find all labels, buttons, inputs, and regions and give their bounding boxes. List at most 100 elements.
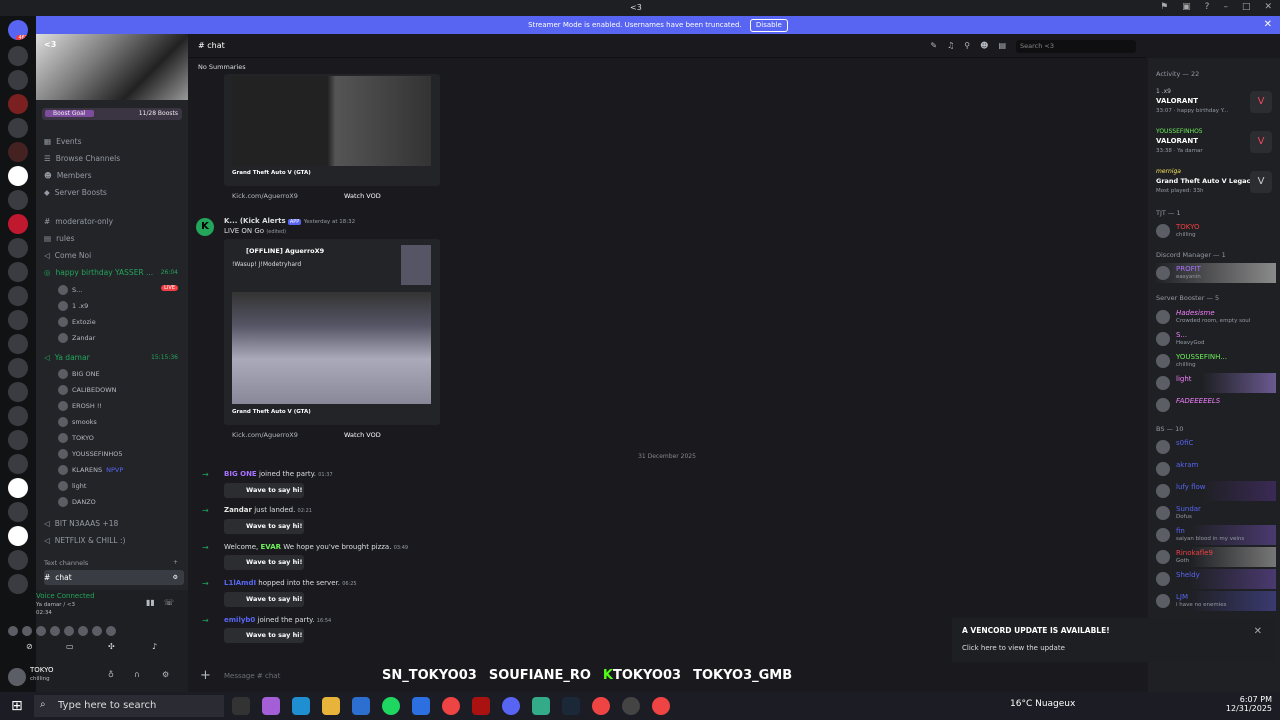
chrome-icon[interactable] (652, 697, 670, 715)
mail-icon[interactable] (412, 697, 430, 715)
user-settings-icon[interactable]: ⚙ (162, 670, 169, 679)
voice-member[interactable]: DANZO (58, 494, 184, 509)
chrome-icon[interactable] (592, 697, 610, 715)
member-item[interactable]: S... HeavyGod (1154, 329, 1276, 349)
server-icon[interactable] (8, 502, 28, 522)
app-icon[interactable] (472, 697, 490, 715)
server-icon[interactable] (8, 118, 28, 138)
app-icon[interactable] (622, 697, 640, 715)
close-icon[interactable]: ✕ (1264, 16, 1272, 34)
activity-icon[interactable]: ✣ (108, 642, 115, 651)
wave-button[interactable]: Wave to say hi! (224, 483, 304, 498)
voice-member[interactable]: 1 .x9 (58, 298, 184, 313)
voice-member[interactable]: light (58, 478, 184, 493)
threads-icon[interactable]: ✎ (930, 41, 937, 50)
member-item[interactable]: lufy flow (1154, 481, 1276, 501)
server-icon[interactable] (8, 214, 28, 234)
embed-title[interactable]: [OFFLINE] AguerroX9 (246, 247, 324, 255)
spotify-icon[interactable] (382, 697, 400, 715)
update-toast[interactable]: A VENCORD UPDATE IS AVAILABLE! Click her… (952, 618, 1276, 662)
voice-member[interactable]: Zandar (58, 330, 184, 345)
nav-members[interactable]: ☻ Members (44, 168, 184, 183)
minimize-icon[interactable]: – (1223, 2, 1228, 12)
add-attachment-icon[interactable]: + (200, 668, 211, 683)
soundboard-icon[interactable]: ♪ (152, 642, 157, 651)
app-icon[interactable] (532, 697, 550, 715)
wave-button[interactable]: Wave to say hi! (224, 555, 304, 570)
channel-happy-birthday[interactable]: ◎ happy birthday YASSER ... 26:04 (44, 265, 184, 280)
join-user[interactable]: Zandar (224, 506, 252, 514)
channel-ya-damar[interactable]: ◁ Ya damar 15:15:36 (44, 350, 184, 365)
system-clock[interactable]: 6:07 PM 12/31/2025 (1226, 695, 1272, 713)
message-author[interactable]: K... (Kick Alerts (224, 217, 286, 225)
members-toggle-icon[interactable]: ☻ (980, 41, 988, 50)
server-icon[interactable] (8, 286, 28, 306)
disconnect-icon[interactable]: ☏ (164, 598, 174, 607)
voice-member[interactable]: smooks (58, 414, 184, 429)
server-icon[interactable] (8, 478, 28, 498)
server-icon[interactable] (8, 550, 28, 570)
server-icon[interactable] (8, 46, 28, 66)
stream-thumbnail[interactable] (232, 292, 431, 404)
activity-card[interactable]: merniga Grand Theft Auto V Legacy Most p… (1154, 166, 1276, 200)
member-item[interactable]: Sheldy (1154, 569, 1276, 589)
taskbar-search[interactable]: ⌕ Type here to search (34, 695, 224, 717)
microphone-icon[interactable]: ♁ (108, 670, 114, 679)
screenshare-icon[interactable]: ▭ (66, 642, 74, 651)
voice-member[interactable]: BIG ONE (58, 366, 184, 381)
task-view-icon[interactable] (232, 697, 250, 715)
channel-moderator-only[interactable]: # moderator-only (44, 214, 184, 229)
avatar[interactable] (8, 668, 26, 686)
voice-member[interactable]: YOUSSEFINHO5 (58, 446, 184, 461)
member-item[interactable]: PROFIT easyanin (1154, 263, 1276, 283)
channel-rules[interactable]: ▤ rules (44, 231, 184, 246)
server-icon[interactable] (8, 574, 28, 594)
server-icon[interactable] (8, 430, 28, 450)
search-input[interactable]: Search <3 (1016, 40, 1136, 53)
voice-member[interactable]: Extozie (58, 314, 184, 329)
join-user[interactable]: L1lAmdI (224, 579, 256, 587)
voice-member[interactable]: KLARENS NPVP (58, 462, 184, 477)
server-icon[interactable] (8, 526, 28, 546)
member-item[interactable]: akram (1154, 459, 1276, 479)
member-item[interactable]: LJM i have no enemies (1154, 591, 1276, 611)
channel-bit-n3aaas[interactable]: ◁ BIT N3AAAS +18 (44, 516, 184, 531)
server-icon[interactable] (8, 70, 28, 90)
activity-card[interactable]: YOUSSEFINHO5 VALORANT 33:38 · Ya damar V (1154, 126, 1276, 160)
nav-server-boosts[interactable]: ◆ Server Boosts (44, 185, 184, 200)
message-input[interactable]: Message # chat (224, 672, 280, 680)
summaries-dropdown[interactable]: No Summaries (198, 63, 246, 71)
store-icon[interactable] (352, 697, 370, 715)
signal-icon[interactable]: ▮▮ (146, 598, 155, 607)
add-channel-icon[interactable]: + (173, 559, 178, 566)
voice-member[interactable]: CALIBEDOWN (58, 382, 184, 397)
server-name[interactable]: <3 (44, 40, 56, 49)
nav-events[interactable]: ▦ Events (44, 134, 184, 149)
server-icon[interactable] (8, 238, 28, 258)
category-text-channels[interactable]: Text channels + (44, 555, 184, 570)
server-icon[interactable] (8, 454, 28, 474)
server-icon[interactable] (8, 190, 28, 210)
notifications-icon[interactable]: ♫ (947, 41, 954, 50)
member-item[interactable]: fin saiyan blood in my veins (1154, 525, 1276, 545)
kick-logo[interactable]: K (196, 218, 214, 236)
close-icon[interactable]: ✕ (1254, 626, 1262, 637)
server-icon[interactable] (8, 94, 28, 114)
inbox-icon[interactable]: ⚑ (1160, 2, 1168, 12)
windows-start-icon[interactable]: ⊞ (11, 698, 23, 714)
join-user[interactable]: BIG ONE (224, 470, 257, 478)
server-icon[interactable] (8, 358, 28, 378)
server-icon[interactable] (8, 382, 28, 402)
member-item[interactable]: Sundar Dofus (1154, 503, 1276, 523)
join-user[interactable]: EVAR (260, 543, 281, 551)
screen-icon[interactable]: ▣ (1182, 2, 1191, 12)
home-button[interactable]: 462 (8, 20, 28, 40)
weather-widget[interactable]: 16°C Nuageux (1010, 699, 1075, 709)
camera-icon[interactable]: ⊘ (26, 642, 33, 651)
server-icon[interactable] (8, 406, 28, 426)
member-item[interactable]: Rinokafle9 Goth (1154, 547, 1276, 567)
maximize-icon[interactable]: □ (1242, 2, 1251, 12)
channel-come-noi[interactable]: ◁ Come Noi (44, 248, 184, 263)
wave-button[interactable]: Wave to say hi! (224, 519, 304, 534)
kick-link-button[interactable]: Kick.com/AguerroX9 (232, 431, 298, 439)
